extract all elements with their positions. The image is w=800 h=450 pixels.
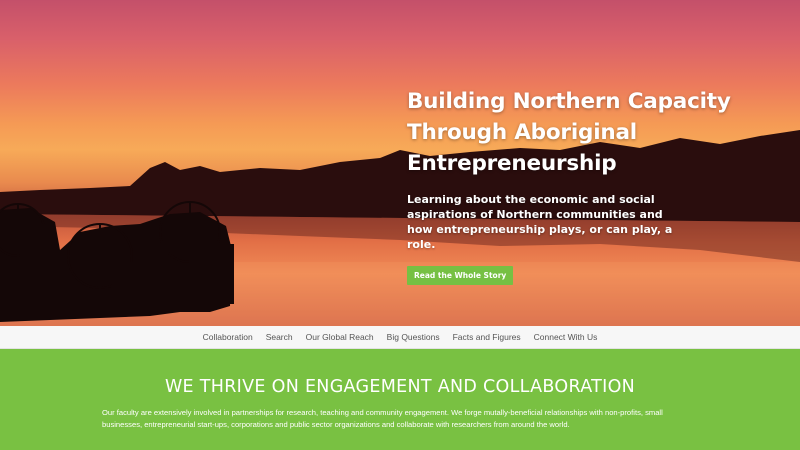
hero-text: Building Northern Capacity Through Abori… — [407, 86, 767, 285]
nav-item-connect[interactable]: Connect With Us — [534, 332, 598, 342]
main-nav: Collaboration Search Our Global Reach Bi… — [0, 326, 800, 349]
hero-headline-line: Entrepreneurship — [407, 151, 617, 176]
nav-item-search[interactable]: Search — [266, 332, 293, 342]
nav-item-big-questions[interactable]: Big Questions — [387, 332, 440, 342]
hero-headline-line: Through Aboriginal — [407, 120, 637, 145]
hero-headline-line: Building Northern Capacity — [407, 89, 731, 114]
hero-subtext: Learning about the economic and social a… — [407, 193, 673, 251]
hero-banner: Building Northern Capacity Through Abori… — [0, 0, 800, 326]
nav-item-facts-figures[interactable]: Facts and Figures — [453, 332, 521, 342]
engagement-section: WE THRIVE ON ENGAGEMENT AND COLLABORATIO… — [0, 349, 800, 450]
engagement-heading: WE THRIVE ON ENGAGEMENT AND COLLABORATIO… — [164, 377, 636, 397]
engagement-body: Our faculty are extensively involved in … — [102, 408, 663, 429]
nav-item-global-reach[interactable]: Our Global Reach — [306, 332, 374, 342]
nav-item-collaboration[interactable]: Collaboration — [203, 332, 253, 342]
hero-headline: Building Northern Capacity Through Abori… — [407, 86, 767, 179]
read-story-button[interactable]: Read the Whole Story — [407, 266, 514, 285]
